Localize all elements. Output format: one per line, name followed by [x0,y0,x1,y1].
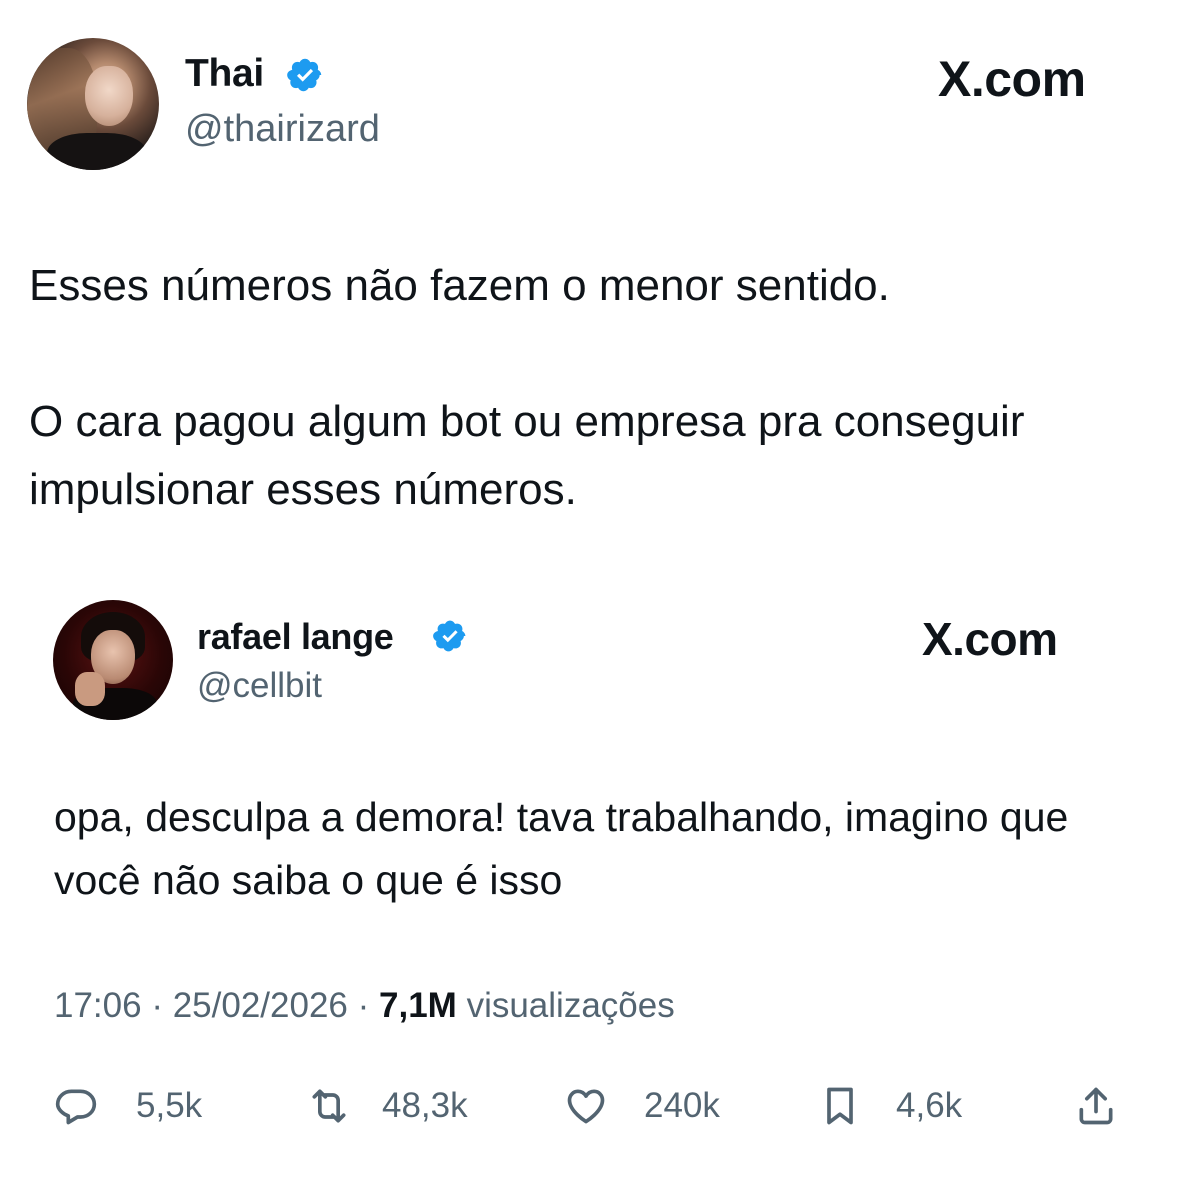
views-label: visualizações [466,986,675,1025]
avatar-rafael[interactable] [53,600,173,720]
bookmark-button[interactable]: 4,6k [818,1076,962,1136]
reply-button[interactable]: 5,5k [54,1076,202,1136]
handle[interactable]: @thairizard [185,108,380,151]
handle[interactable]: @cellbit [197,666,322,706]
reply-count: 5,5k [136,1086,203,1125]
meta-separator: · [151,986,163,1025]
tweet-meta: 17:06 · 25/02/2026 · 7,1M visualizações [54,986,675,1026]
like-button[interactable]: 240k [564,1076,720,1136]
verified-badge-icon [287,58,322,92]
tweet-time[interactable]: 17:06 [54,986,142,1025]
bookmark-count: 4,6k [896,1086,963,1125]
brand-label: X.com [922,613,1058,665]
bookmark-icon [827,1087,853,1125]
tweet-paragraph: Esses números não fazem o menor sentido. [29,261,890,310]
share-button[interactable] [1074,1076,1118,1136]
like-count: 240k [644,1086,720,1125]
meta-separator: · [357,986,370,1025]
like-icon [567,1089,605,1124]
tweet-text: opa, desculpa a demora! tava trabalhando… [54,794,1069,903]
display-name[interactable]: rafael lange [197,616,394,658]
reply-icon [55,1089,97,1125]
retweet-button[interactable]: 48,3k [304,1076,468,1136]
avatar-face [85,66,133,126]
avatar-hand [75,672,105,706]
display-name[interactable]: Thai [185,52,264,96]
tweet-paragraph: O cara pagou algum bot ou empresa pra co… [29,397,1025,514]
verified-badge-icon [433,620,466,652]
tweet-text: Esses números não fazem o menor sentido.… [29,252,1149,524]
avatar-thai[interactable] [27,38,159,170]
avatar-shirt [47,133,147,170]
views-count[interactable]: 7,1M [379,986,457,1025]
retweet-count: 48,3k [382,1086,468,1125]
retweet-icon [312,1089,346,1123]
brand-label: X.com [938,51,1086,107]
share-icon [1079,1087,1113,1125]
action-bar: 5,5k 48,3k 240k 4,6k [54,1076,1134,1136]
tweet-date[interactable]: 25/02/2026 [173,986,348,1025]
